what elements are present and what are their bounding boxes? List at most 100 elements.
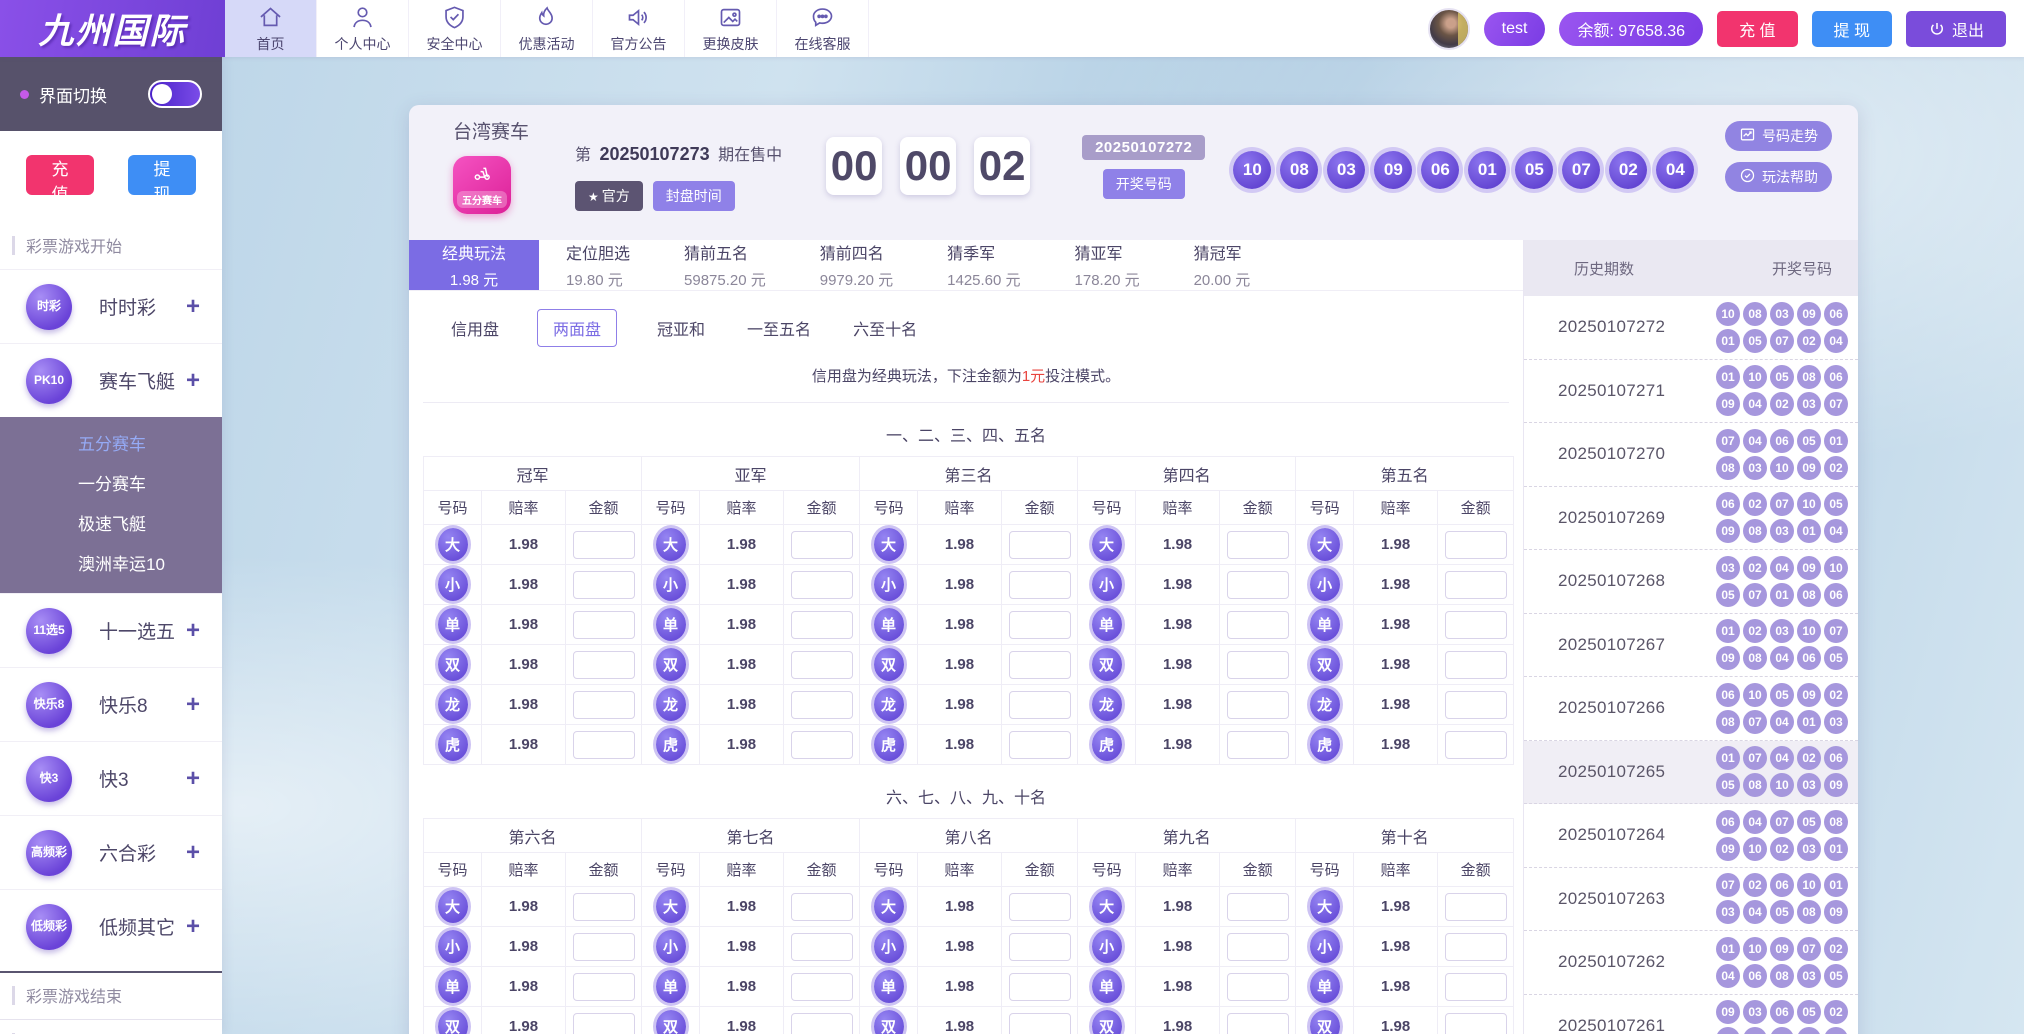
amount-input[interactable] [1227,611,1289,639]
number-trend-button[interactable]: 号码走势 [1725,121,1832,151]
amount-input[interactable] [573,571,635,599]
bet-option-badge[interactable]: 单 [1310,608,1340,641]
amount-input[interactable] [1227,691,1289,719]
bet-option-badge[interactable]: 大 [1092,890,1122,923]
bet-option-badge[interactable]: 双 [1092,1010,1122,1034]
amount-input[interactable] [1445,893,1507,921]
bet-option-badge[interactable]: 大 [1310,890,1340,923]
bet-option-badge[interactable]: 单 [656,608,686,641]
play-option[interactable]: 冠亚和 [655,310,707,346]
bet-option-badge[interactable]: 单 [438,970,468,1003]
bet-option-badge[interactable]: 双 [656,1010,686,1034]
bet-option-badge[interactable]: 小 [656,568,686,601]
amount-input[interactable] [573,1013,635,1034]
bet-option-badge[interactable]: 双 [1092,648,1122,681]
bet-option-badge[interactable]: 大 [438,890,468,923]
amount-input[interactable] [1445,933,1507,961]
amount-input[interactable] [573,691,635,719]
amount-input[interactable] [573,531,635,559]
bet-option-badge[interactable]: 龙 [874,688,904,721]
bet-option-badge[interactable]: 单 [1092,970,1122,1003]
avatar[interactable] [1428,8,1470,50]
amount-input[interactable] [1227,651,1289,679]
amount-input[interactable] [573,651,635,679]
amount-input[interactable] [1445,731,1507,759]
play-option[interactable]: 一至五名 [745,310,813,346]
bet-option-badge[interactable]: 双 [1310,1010,1340,1034]
amount-input[interactable] [1009,611,1071,639]
amount-input[interactable] [1445,611,1507,639]
game-icon[interactable]: 五分赛车 [453,156,511,214]
amount-input[interactable] [791,691,853,719]
bet-option-badge[interactable]: 虎 [1092,728,1122,761]
bet-option-badge[interactable]: 双 [874,1010,904,1034]
bet-option-badge[interactable]: 虎 [656,728,686,761]
amount-input[interactable] [1445,973,1507,1001]
bet-option-badge[interactable]: 单 [1310,970,1340,1003]
logout-button[interactable]: 退出 [1906,11,2006,47]
amount-input[interactable] [791,651,853,679]
amount-input[interactable] [791,973,853,1001]
amount-input[interactable] [1445,1013,1507,1034]
bet-option-badge[interactable]: 双 [438,648,468,681]
bet-option-badge[interactable]: 大 [438,528,468,561]
amount-input[interactable] [791,571,853,599]
bet-option-badge[interactable]: 小 [1310,568,1340,601]
amount-input[interactable] [1009,973,1071,1001]
bet-option-badge[interactable]: 大 [874,528,904,561]
bet-option-badge[interactable]: 大 [874,890,904,923]
nav-item-home[interactable]: 首页 [225,0,317,57]
amount-input[interactable] [1227,731,1289,759]
bet-option-badge[interactable]: 小 [656,930,686,963]
bet-option-badge[interactable]: 单 [656,970,686,1003]
amount-input[interactable] [573,893,635,921]
username-badge[interactable]: test [1484,12,1546,46]
bet-option-badge[interactable]: 大 [656,890,686,923]
play-tab[interactable]: 经典玩法1.98 元 [409,240,539,290]
sidebar-item-game[interactable]: 时彩时时彩+ [0,269,222,343]
amount-input[interactable] [791,531,853,559]
recharge-button[interactable]: 充 值 [1717,11,1797,47]
bet-option-badge[interactable]: 小 [438,568,468,601]
bet-option-badge[interactable]: 大 [1310,528,1340,561]
submenu-item[interactable]: 五分赛车 [0,425,222,465]
play-tab[interactable]: 定位胆选19.80 元 [539,240,657,290]
bet-option-badge[interactable]: 小 [1092,930,1122,963]
submenu-item[interactable]: 一分赛车 [0,465,222,505]
sidebar-recharge-button[interactable]: 充 值 [26,155,94,195]
amount-input[interactable] [573,933,635,961]
bet-option-badge[interactable]: 小 [874,930,904,963]
amount-input[interactable] [1009,651,1071,679]
bet-option-badge[interactable]: 双 [438,1010,468,1034]
nav-item-skin[interactable]: 更换皮肤 [685,0,777,57]
bet-option-badge[interactable]: 双 [874,648,904,681]
amount-input[interactable] [1445,691,1507,719]
amount-input[interactable] [573,973,635,1001]
ui-switch-toggle[interactable] [148,80,202,108]
amount-input[interactable] [791,933,853,961]
play-tab[interactable]: 猜季军1425.60 元 [920,240,1047,290]
amount-input[interactable] [1009,571,1071,599]
play-help-button[interactable]: 玩法帮助 [1725,162,1832,192]
bet-option-badge[interactable]: 虎 [1310,728,1340,761]
withdraw-button[interactable]: 提 现 [1812,11,1892,47]
bet-option-badge[interactable]: 小 [1092,568,1122,601]
bet-option-badge[interactable]: 大 [1092,528,1122,561]
play-tab[interactable]: 猜亚军178.20 元 [1048,240,1167,290]
amount-input[interactable] [1009,893,1071,921]
amount-input[interactable] [791,893,853,921]
sidebar-item-game[interactable]: 快3快3+ [0,741,222,815]
bet-option-badge[interactable]: 龙 [1092,688,1122,721]
nav-item-shield[interactable]: 安全中心 [409,0,501,57]
amount-input[interactable] [1227,973,1289,1001]
amount-input[interactable] [1227,531,1289,559]
amount-input[interactable] [1227,1013,1289,1034]
sidebar-withdraw-button[interactable]: 提 现 [128,155,196,195]
bet-option-badge[interactable]: 单 [874,970,904,1003]
play-option[interactable]: 六至十名 [851,310,919,346]
bet-option-badge[interactable]: 单 [438,608,468,641]
amount-input[interactable] [791,731,853,759]
amount-input[interactable] [1009,531,1071,559]
bet-option-badge[interactable]: 小 [1310,930,1340,963]
amount-input[interactable] [1009,691,1071,719]
